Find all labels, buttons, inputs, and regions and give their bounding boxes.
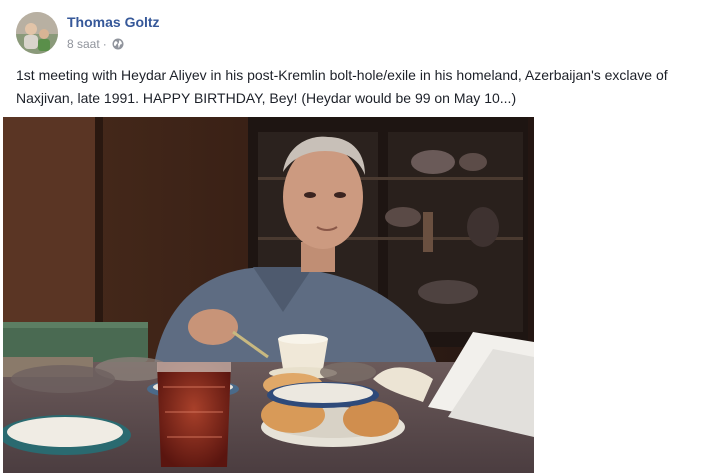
post-body-text: 1st meeting with Heydar Aliyev in his po… bbox=[16, 67, 668, 106]
author-avatar[interactable] bbox=[16, 12, 58, 54]
post-meta: 8 saat · bbox=[67, 37, 124, 51]
facebook-post: Thomas Goltz 8 saat · 1st meeting with H… bbox=[0, 0, 728, 473]
globe-icon[interactable] bbox=[112, 38, 124, 50]
photo-image bbox=[3, 117, 534, 473]
author-name-link[interactable]: Thomas Goltz bbox=[67, 14, 160, 30]
meta-separator: · bbox=[102, 37, 107, 51]
post-timestamp[interactable]: 8 saat bbox=[67, 37, 100, 51]
avatar-photo bbox=[16, 12, 58, 54]
post-photo[interactable] bbox=[3, 117, 534, 473]
